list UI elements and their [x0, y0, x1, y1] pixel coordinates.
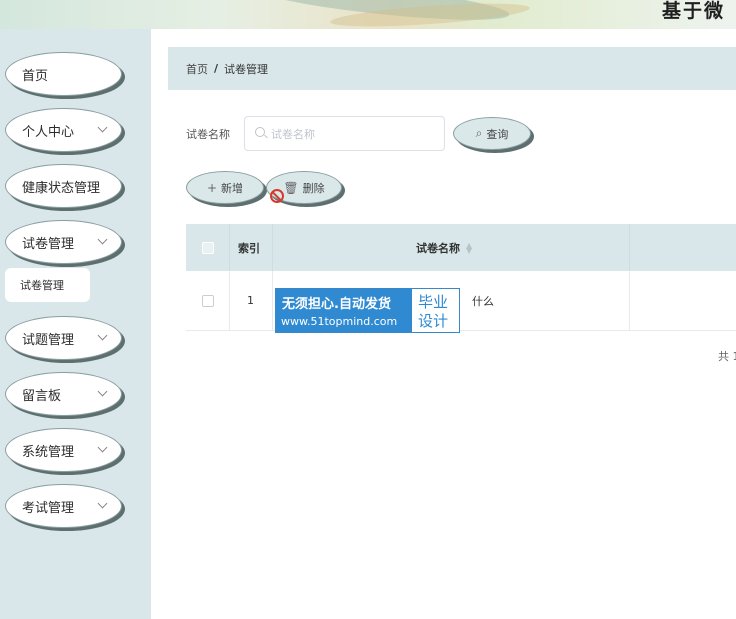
table-row[interactable]: 1 什么 [186, 271, 736, 331]
row-paper-name: 什么 [472, 294, 494, 308]
watermark-line1: 无须担心.自动发货 [282, 297, 391, 312]
sidebar-item-exams[interactable]: 考试管理 [5, 484, 122, 528]
row-checkbox[interactable] [202, 294, 214, 307]
sort-icon[interactable]: ▲ ▼ [466, 241, 472, 254]
sidebar-item-system[interactable]: 系统管理 [5, 428, 122, 472]
column-divider [629, 224, 630, 271]
sidebar: 首页 个人中心 健康状态管理 试卷管理 试卷管理 试题管理 留言板 系统管理 考… [0, 29, 151, 619]
watermark-url: www.51topmind.com [281, 315, 398, 328]
column-divider [229, 224, 230, 271]
column-header-paper-name[interactable]: 试卷名称 ▲ ▼ [416, 224, 472, 271]
search-input[interactable] [271, 125, 436, 143]
chevron-down-icon [97, 386, 108, 397]
delete-button-label: 删除 [302, 181, 325, 195]
sidebar-item-label: 健康状态管理 [22, 180, 101, 196]
search-icon: ⌕ [475, 126, 483, 140]
watermark-right1: 毕业 [418, 293, 449, 311]
search-button-label: 查询 [486, 127, 509, 141]
search-button[interactable]: ⌕ 查询 [453, 117, 531, 150]
column-divider [229, 271, 230, 330]
sidebar-item-questions[interactable]: 试题管理 [5, 316, 122, 360]
add-button-label: 新增 [221, 181, 244, 195]
sidebar-item-label: 系统管理 [22, 444, 75, 460]
sidebar-item-exam-papers[interactable]: 试卷管理 [5, 220, 122, 264]
trash-icon: 🗑 [283, 180, 299, 195]
sidebar-item-home[interactable]: 首页 [5, 52, 122, 96]
column-divider [272, 271, 273, 330]
sidebar-item-label: 首页 [22, 68, 49, 84]
not-allowed-cursor-icon [270, 189, 284, 203]
watermark-badge: 无须担心.自动发货 www.51topmind.com 毕业 设计 [275, 288, 460, 333]
sidebar-item-message-board[interactable]: 留言板 [5, 372, 122, 416]
breadcrumb-separator: / [214, 62, 219, 75]
sidebar-item-label: 试卷管理 [22, 236, 75, 252]
plus-icon: + [206, 180, 218, 195]
sidebar-item-label: 留言板 [22, 388, 62, 404]
column-header-label: 试卷名称 [416, 241, 460, 255]
chevron-down-icon [97, 234, 108, 245]
sidebar-item-label: 试题管理 [22, 332, 75, 348]
chevron-down-icon [97, 442, 108, 453]
search-field[interactable] [244, 116, 445, 151]
submenu-item-exam-paper-management[interactable]: 试卷管理 [5, 268, 90, 302]
add-button[interactable]: + 新增 [186, 171, 264, 204]
search-icon [255, 127, 265, 137]
breadcrumb-home[interactable]: 首页 [186, 61, 208, 77]
chevron-down-icon [97, 122, 108, 133]
breadcrumb-current: 试卷管理 [224, 62, 269, 76]
column-divider [629, 271, 630, 330]
watermark-right2: 设计 [418, 312, 449, 330]
chevron-down-icon [97, 498, 108, 509]
chevron-down-icon [97, 330, 108, 341]
pagination-summary: 共 1 [718, 350, 736, 363]
sidebar-item-label: 考试管理 [22, 500, 75, 516]
search-label: 试卷名称 [186, 128, 230, 141]
watermark-panel: 无须担心.自动发货 www.51topmind.com [276, 289, 412, 332]
row-select-cell [202, 271, 214, 330]
select-all-cell [202, 224, 214, 271]
breadcrumb: 首页 / 试卷管理 [168, 47, 736, 90]
table-header: 索引 试卷名称 ▲ ▼ [186, 224, 736, 271]
column-header-index: 索引 [238, 241, 260, 255]
submenu-item-label: 试卷管理 [20, 279, 64, 292]
system-title: 基于微 [662, 0, 726, 22]
sidebar-item-label: 个人中心 [22, 124, 75, 140]
sidebar-item-personal-center[interactable]: 个人中心 [5, 108, 122, 152]
column-divider [272, 224, 273, 271]
select-all-checkbox[interactable] [202, 241, 214, 254]
row-index: 1 [247, 294, 254, 307]
header-banner: 基于微 [0, 0, 736, 29]
sidebar-item-health-status[interactable]: 健康状态管理 [5, 164, 122, 208]
